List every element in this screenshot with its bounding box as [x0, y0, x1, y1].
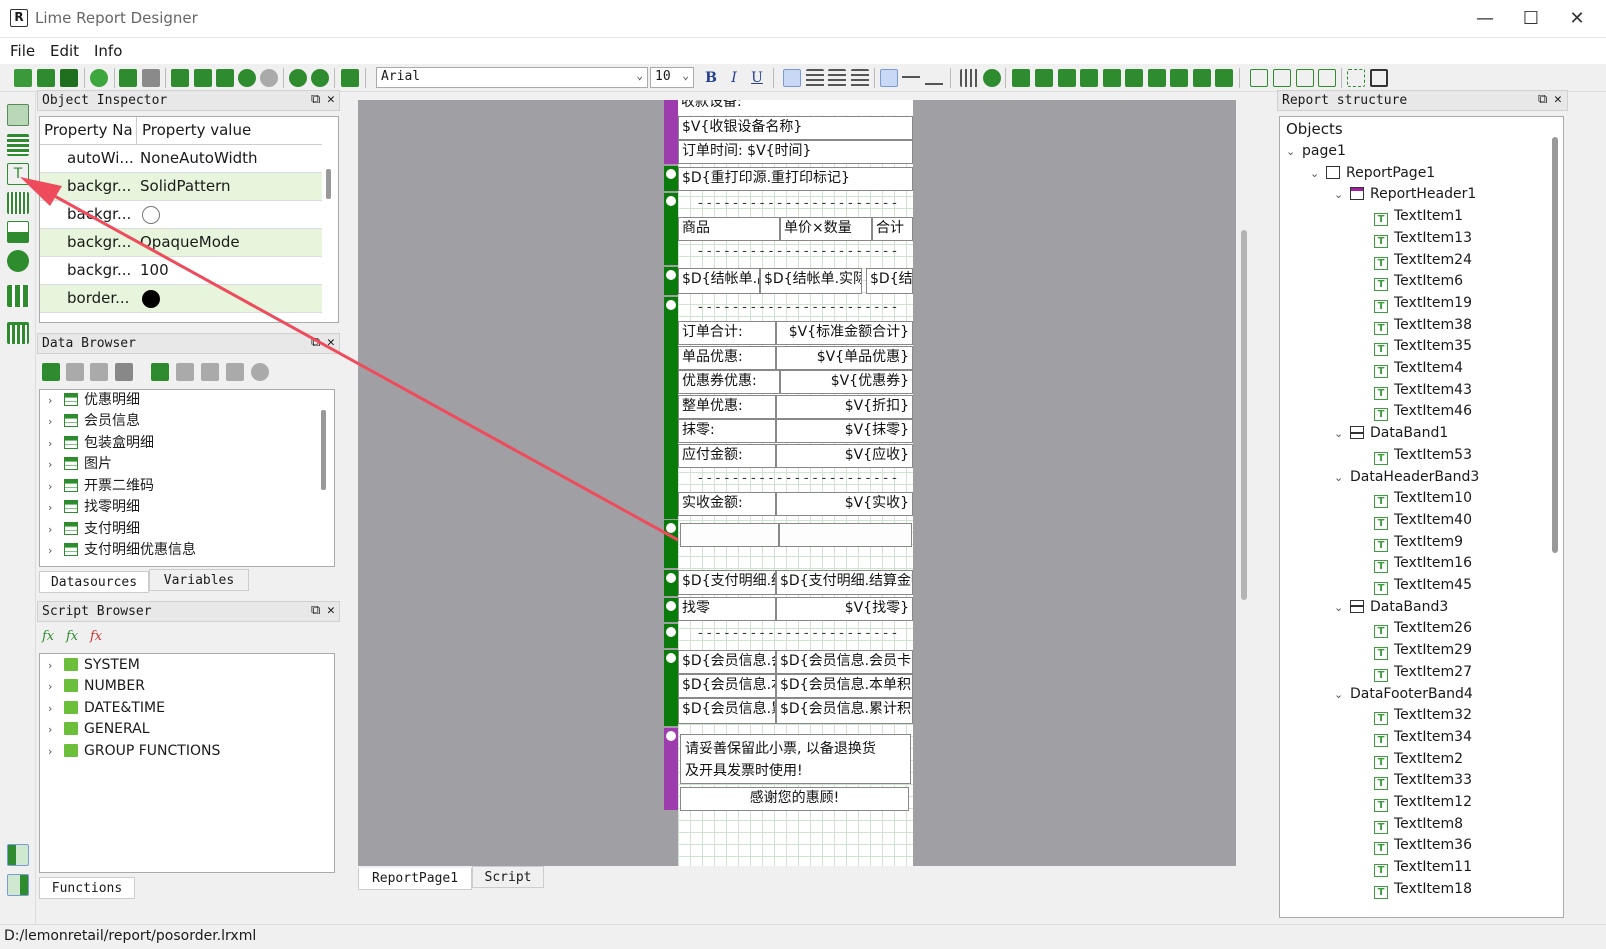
annotation-arrow: [20, 177, 679, 542]
arrow-shaft: [39, 186, 679, 542]
status-file-path: D:/lemonretail/report/posorder.lrxml: [4, 928, 257, 944]
arrow-head-icon: [20, 177, 62, 206]
status-bar: D:/lemonretail/report/posorder.lrxml: [0, 924, 1606, 949]
